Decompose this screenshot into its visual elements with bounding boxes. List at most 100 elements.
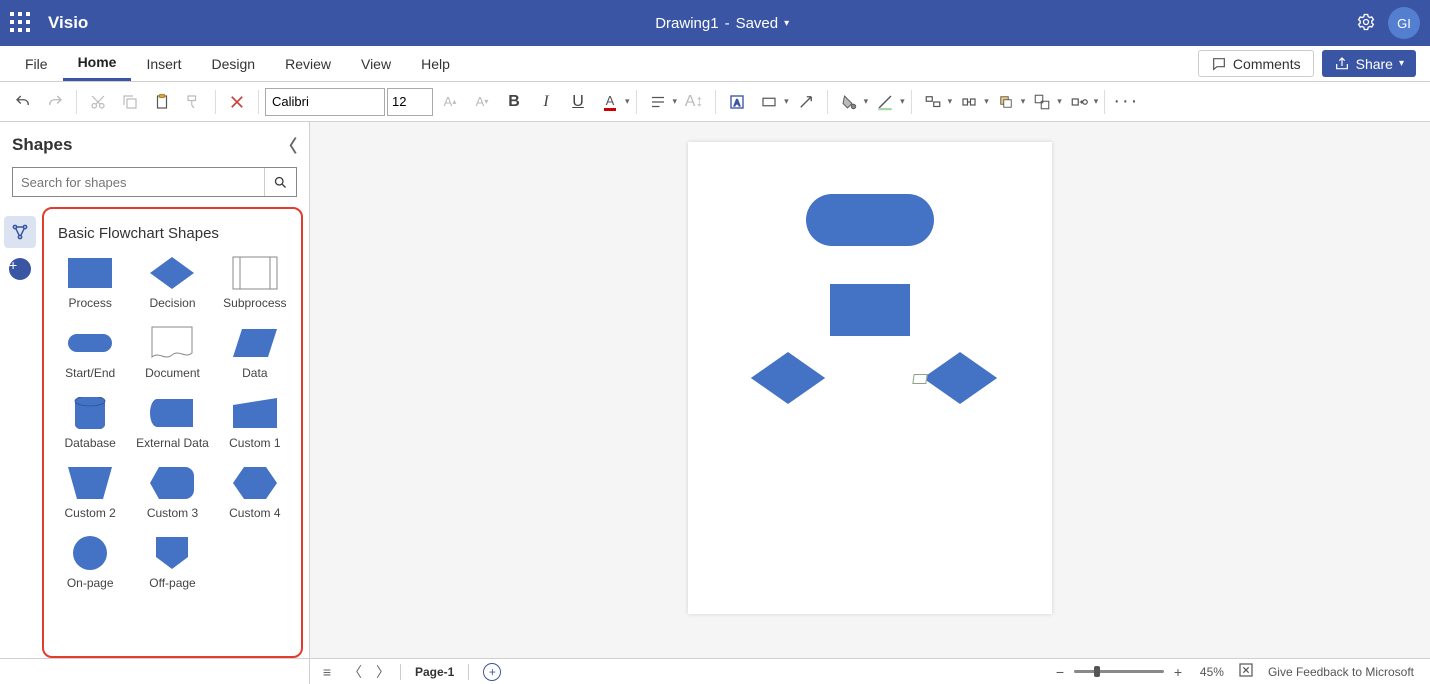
shape-master-custom4[interactable]: Custom 4 xyxy=(215,462,295,528)
shape-label: Custom 2 xyxy=(64,506,115,520)
position-button[interactable] xyxy=(954,87,984,117)
shape-master-subprocess[interactable]: Subprocess xyxy=(215,252,295,318)
grow-font-button[interactable]: A▴ xyxy=(435,87,465,117)
chevron-down-icon[interactable]: ▾ xyxy=(1094,96,1099,107)
shape-master-custom2[interactable]: Custom 2 xyxy=(50,462,130,528)
more-commands-button[interactable]: ··· xyxy=(1111,87,1141,117)
page-tab[interactable]: Page-1 xyxy=(407,665,462,679)
tab-review[interactable]: Review xyxy=(270,46,346,81)
next-page-button[interactable]: 〉 xyxy=(372,662,394,682)
canvas-terminator-shape[interactable] xyxy=(806,194,934,246)
shrink-font-button[interactable]: A▾ xyxy=(467,87,497,117)
user-avatar[interactable]: GI xyxy=(1388,7,1420,39)
zoom-level[interactable]: 45% xyxy=(1200,665,1224,679)
shape-label: On-page xyxy=(67,576,114,590)
shape-master-decision[interactable]: Decision xyxy=(132,252,212,318)
font-family-select[interactable] xyxy=(265,88,385,116)
tab-design[interactable]: Design xyxy=(196,46,270,81)
canvas-area[interactable] xyxy=(310,122,1430,658)
shape-search-input[interactable] xyxy=(13,168,264,196)
canvas-process-shape[interactable] xyxy=(830,284,910,336)
app-launcher-icon[interactable] xyxy=(10,12,32,34)
tab-file[interactable]: File xyxy=(10,46,63,81)
canvas-decision-shape[interactable] xyxy=(750,352,826,404)
text-tool-button[interactable]: A xyxy=(722,87,752,117)
shape-master-startend[interactable]: Start/End xyxy=(50,322,130,388)
chevron-down-icon[interactable]: ▾ xyxy=(673,96,678,107)
stencil-tab-button[interactable] xyxy=(4,216,36,248)
custom1-icon xyxy=(231,396,279,430)
settings-icon[interactable] xyxy=(1356,12,1376,35)
shape-master-database[interactable]: Database xyxy=(50,392,130,458)
tab-insert[interactable]: Insert xyxy=(131,46,196,81)
document-icon xyxy=(148,326,196,360)
add-stencil-button[interactable]: + xyxy=(9,258,31,280)
shape-master-custom3[interactable]: Custom 3 xyxy=(132,462,212,528)
line-color-button[interactable] xyxy=(870,87,900,117)
shape-search[interactable] xyxy=(12,167,297,197)
font-color-button[interactable]: A xyxy=(595,87,625,117)
zoom-in-button[interactable]: + xyxy=(1170,664,1186,680)
chevron-down-icon[interactable]: ▾ xyxy=(1057,96,1062,107)
paste-button[interactable] xyxy=(147,87,177,117)
canvas-decision-shape[interactable] xyxy=(922,352,998,404)
chevron-down-icon[interactable]: ▾ xyxy=(625,96,630,107)
copy-button[interactable] xyxy=(115,87,145,117)
chevron-down-icon[interactable]: ▾ xyxy=(984,96,989,107)
shape-master-externaldata[interactable]: External Data xyxy=(132,392,212,458)
italic-button[interactable]: I xyxy=(531,87,561,117)
collapse-pane-icon[interactable]: 〈 xyxy=(280,132,297,157)
rectangle-tool-button[interactable] xyxy=(754,87,784,117)
bring-front-button[interactable] xyxy=(991,87,1021,117)
tab-help[interactable]: Help xyxy=(406,46,465,81)
delete-button[interactable] xyxy=(222,87,252,117)
zoom-slider[interactable]: − + xyxy=(1052,664,1186,680)
chevron-down-icon[interactable]: ▾ xyxy=(784,96,789,107)
feedback-link[interactable]: Give Feedback to Microsoft xyxy=(1268,665,1414,679)
bold-button[interactable]: B xyxy=(499,87,529,117)
shape-fill-button[interactable] xyxy=(834,87,864,117)
fit-to-window-icon[interactable] xyxy=(1238,662,1254,681)
connector-tool-button[interactable] xyxy=(791,87,821,117)
font-size-select[interactable] xyxy=(387,88,433,116)
shape-master-process[interactable]: Process xyxy=(50,252,130,318)
chevron-down-icon[interactable]: ▾ xyxy=(784,18,789,29)
chevron-down-icon[interactable]: ▾ xyxy=(948,96,953,107)
align-text-button[interactable] xyxy=(643,87,673,117)
shape-master-custom1[interactable]: Custom 1 xyxy=(215,392,295,458)
shape-master-offpage[interactable]: Off-page xyxy=(132,532,212,598)
undo-button[interactable] xyxy=(8,87,38,117)
tab-view[interactable]: View xyxy=(346,46,406,81)
chevron-down-icon[interactable]: ▾ xyxy=(1021,96,1026,107)
zoom-track[interactable] xyxy=(1074,670,1164,673)
prev-page-button[interactable]: 〈 xyxy=(344,662,366,682)
shape-master-document[interactable]: Document xyxy=(132,322,212,388)
chevron-down-icon[interactable]: ▾ xyxy=(900,96,905,107)
share-icon xyxy=(1334,56,1350,72)
chevron-down-icon[interactable]: ▾ xyxy=(864,96,869,107)
shape-label: External Data xyxy=(136,436,209,450)
format-painter-button[interactable] xyxy=(179,87,209,117)
share-button[interactable]: Share ▾ xyxy=(1322,50,1416,77)
text-direction-button[interactable]: A↕ xyxy=(679,87,709,117)
redo-button[interactable] xyxy=(40,87,70,117)
save-status: Saved xyxy=(736,15,779,32)
change-shape-button[interactable] xyxy=(1064,87,1094,117)
drawing-page[interactable] xyxy=(688,142,1052,614)
add-page-button[interactable]: + xyxy=(483,663,501,681)
group-button[interactable] xyxy=(1027,87,1057,117)
shape-master-data[interactable]: Data xyxy=(215,322,295,388)
zoom-out-button[interactable]: − xyxy=(1052,664,1068,680)
cut-button[interactable] xyxy=(83,87,113,117)
all-pages-button[interactable]: ≡ xyxy=(316,664,338,680)
underline-button[interactable]: U xyxy=(563,87,593,117)
tab-home[interactable]: Home xyxy=(63,46,132,81)
comments-button[interactable]: Comments xyxy=(1198,50,1314,77)
database-icon xyxy=(66,396,114,430)
search-icon[interactable] xyxy=(264,168,296,196)
shape-label: Data xyxy=(242,366,267,380)
document-title[interactable]: Drawing1 - Saved ▾ xyxy=(88,15,1356,32)
shape-label: Subprocess xyxy=(223,296,286,310)
align-button[interactable] xyxy=(918,87,948,117)
shape-master-onpage[interactable]: On-page xyxy=(50,532,130,598)
